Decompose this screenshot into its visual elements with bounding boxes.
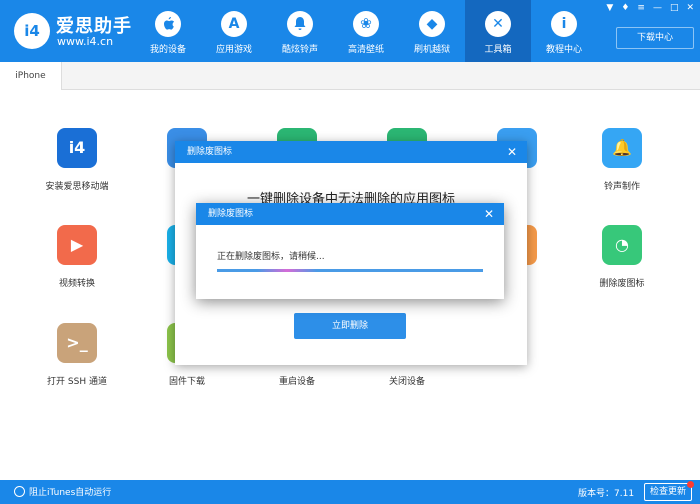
dialog-title: 删除废图标 — [187, 147, 233, 157]
top-header: i4 爱思助手 www.i4.cn 我的设备 A 应用游戏 酷炫铃声 ❀ 高清壁… — [0, 0, 700, 62]
app-store-icon: A — [221, 11, 247, 37]
nav-item-tutorials[interactable]: i 教程中心 — [531, 0, 597, 62]
nav-label: 酷炫铃声 — [281, 45, 318, 55]
maximize-icon[interactable]: □ — [670, 3, 679, 13]
tool-label: 固件下载 — [168, 377, 205, 387]
tool-item[interactable]: ◔ 删除废图标 — [567, 225, 677, 289]
tool-label: 打开 SSH 通道 — [47, 377, 107, 387]
flower-icon: ❀ — [353, 11, 379, 37]
tool-label: 关闭设备 — [388, 377, 425, 387]
progress-glow — [257, 269, 317, 272]
tool-item[interactable]: >_ 打开 SSH 通道 — [22, 323, 132, 387]
progress-bar — [217, 269, 483, 272]
dialog-title: 删除废图标 — [208, 209, 254, 219]
close-icon[interactable]: ✕ — [484, 203, 494, 225]
device-tab-bar: iPhone — [0, 62, 700, 90]
check-update-label: 检查更新 — [649, 487, 686, 497]
dialog-title-bar: 删除废图标 ✕ — [175, 141, 527, 163]
menu-icon[interactable]: ≡ — [637, 3, 645, 13]
delete-now-button[interactable]: 立即删除 — [294, 313, 406, 339]
nav-item-my-device[interactable]: 我的设备 — [135, 0, 201, 62]
tool-glyph: i4 — [68, 138, 86, 157]
dialog-title-bar: 删除废图标 ✕ — [196, 203, 504, 225]
progress-message: 正在删除废图标，请稍候... — [217, 252, 325, 262]
tool-glyph: ◔ — [615, 235, 629, 254]
apple-icon — [155, 11, 181, 37]
tool-label: 安装爱思移动端 — [45, 182, 109, 192]
block-itunes-label: 阻止iTunes自动运行 — [29, 488, 112, 498]
block-itunes-toggle[interactable]: 阻止iTunes自动运行 — [14, 485, 111, 498]
notification-dot-icon — [687, 481, 694, 488]
nav-label: 高清壁纸 — [347, 45, 384, 55]
tool-glyph: >_ — [66, 333, 88, 352]
tool-label: 铃声制作 — [603, 182, 640, 192]
nav-label: 应用游戏 — [215, 45, 252, 55]
logo-icon: i4 — [14, 13, 50, 49]
bell-icon — [287, 11, 313, 37]
skin-icon[interactable]: ♦ — [621, 3, 629, 13]
progress-dialog: 删除废图标 ✕ 正在删除废图标，请稍候... — [196, 203, 504, 299]
tool-icon: i4 — [57, 128, 97, 168]
status-bar: 阻止iTunes自动运行 版本号：7.11 检查更新 — [0, 480, 700, 504]
nav-item-toolbox[interactable]: ✕ 工具箱 — [465, 0, 531, 62]
tool-label: 重启设备 — [278, 377, 315, 387]
download-center-button[interactable]: 下载中心 — [616, 27, 694, 49]
tool-glyph: ▶ — [70, 235, 84, 254]
tool-item[interactable]: 🔔 铃声制作 — [567, 128, 677, 192]
tool-label: 删除废图标 — [599, 279, 645, 289]
radio-circle-icon — [14, 486, 25, 497]
close-icon[interactable]: ✕ — [686, 3, 694, 13]
nav-label: 我的设备 — [149, 45, 186, 55]
tool-glyph: 🔔 — [612, 138, 632, 157]
nav-label: 教程中心 — [545, 45, 582, 55]
nav-item-ringtones[interactable]: 酷炫铃声 — [267, 0, 333, 62]
tab-iphone[interactable]: iPhone — [0, 62, 62, 90]
tool-icon: >_ — [57, 323, 97, 363]
nav-label: 工具箱 — [484, 45, 512, 55]
tool-item[interactable]: ▶ 视频转换 — [22, 225, 132, 289]
window-controls: ▼ ♦ ≡ — □ ✕ — [606, 3, 694, 13]
nav-label: 刷机越狱 — [413, 45, 450, 55]
tool-icon: ◔ — [602, 225, 642, 265]
nav-item-flash-jailbreak[interactable]: ◆ 刷机越狱 — [399, 0, 465, 62]
tool-label: 视频转换 — [58, 279, 95, 289]
main-nav: 我的设备 A 应用游戏 酷炫铃声 ❀ 高清壁纸 ◆ 刷机越狱 ✕ 工具箱 i 教… — [135, 0, 597, 62]
tools-icon: ✕ — [485, 11, 511, 37]
dropdown-icon[interactable]: ▼ — [606, 3, 613, 13]
tool-item[interactable]: i4 安装爱思移动端 — [22, 128, 132, 192]
close-icon[interactable]: ✕ — [507, 141, 517, 163]
tool-icon: 🔔 — [602, 128, 642, 168]
nav-item-apps-games[interactable]: A 应用游戏 — [201, 0, 267, 62]
tool-icon: ▶ — [57, 225, 97, 265]
brand-url: www.i4.cn — [57, 35, 114, 48]
check-update-button[interactable]: 检查更新 — [644, 481, 694, 501]
minimize-icon[interactable]: — — [653, 3, 662, 13]
version-label: 版本号：7.11 — [578, 489, 635, 499]
info-icon: i — [551, 11, 577, 37]
nav-item-wallpapers[interactable]: ❀ 高清壁纸 — [333, 0, 399, 62]
dropbox-icon: ◆ — [419, 11, 445, 37]
